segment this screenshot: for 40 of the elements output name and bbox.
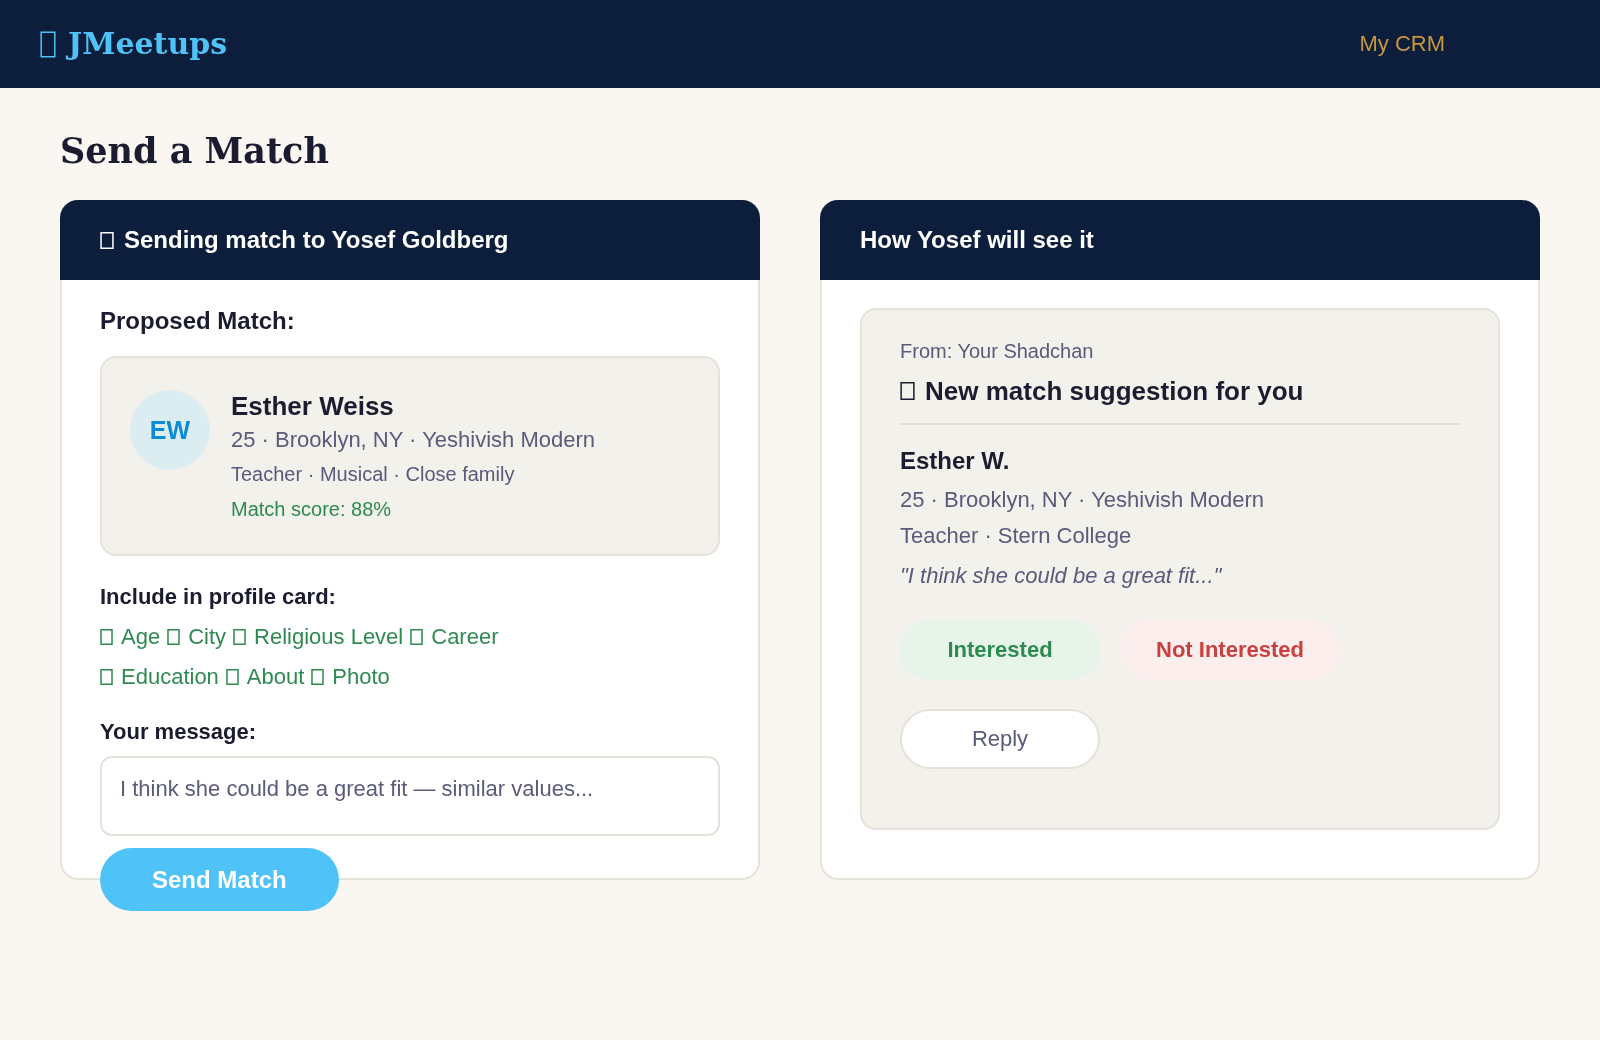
match-score: Match score: 88% bbox=[231, 497, 392, 522]
profile-traits: Teacher · Musical · Close family bbox=[231, 462, 515, 487]
include-option[interactable]: Career bbox=[410, 617, 499, 657]
rectangle-icon bbox=[225, 669, 239, 685]
profile-name: Esther Weiss bbox=[231, 390, 394, 422]
section-label: Proposed Match: bbox=[100, 308, 295, 334]
include-option[interactable]: Religious Level bbox=[233, 617, 404, 657]
preview-quote: "I think she could be a great fit..." bbox=[900, 562, 1222, 590]
include-option[interactable]: Education bbox=[100, 657, 219, 697]
sender-line: From: Your Shadchan bbox=[900, 339, 1094, 364]
rectangle-icon bbox=[900, 382, 915, 400]
nav-link[interactable]: My CRM bbox=[1359, 30, 1445, 58]
rectangle-icon bbox=[311, 669, 325, 685]
include-option[interactable]: City bbox=[167, 617, 227, 657]
preview-details: 25 · Brooklyn, NY · Yeshivish Modern bbox=[900, 486, 1264, 514]
panel-title: How Yosef will see it bbox=[860, 225, 1094, 255]
rectangle-icon bbox=[100, 669, 113, 685]
include-option[interactable]: About bbox=[225, 657, 305, 697]
section-label: Your message: bbox=[100, 718, 257, 746]
not-interested-button[interactable]: Not Interested bbox=[1120, 620, 1340, 680]
avatar: EW bbox=[130, 390, 210, 470]
include-option[interactable]: Age bbox=[100, 617, 161, 657]
message-field[interactable]: I think she could be a great fit — similar values... bbox=[100, 756, 720, 836]
preview-name: Esther W. bbox=[900, 446, 1010, 476]
rectangle-icon bbox=[167, 629, 181, 645]
rectangle-icon bbox=[40, 30, 56, 58]
rectangle-icon bbox=[233, 629, 247, 645]
preview-headline: New match suggestion for you bbox=[925, 375, 1304, 407]
reply-button[interactable]: Reply bbox=[900, 709, 1100, 769]
interested-button[interactable]: Interested bbox=[900, 620, 1100, 680]
rectangle-icon bbox=[100, 231, 114, 249]
panel-title: Sending match to Yosef Goldberg bbox=[124, 225, 509, 255]
logo-link[interactable]: JMeetups bbox=[40, 25, 228, 63]
rectangle-icon bbox=[410, 629, 424, 645]
profile-details: 25 · Brooklyn, NY · Yeshivish Modern bbox=[231, 426, 595, 454]
section-label: Include in profile card: bbox=[100, 583, 336, 611]
page-title: Send a Match bbox=[60, 129, 329, 173]
include-option[interactable]: Photo bbox=[311, 657, 390, 697]
rectangle-icon bbox=[100, 629, 113, 645]
preview-education: Teacher · Stern College bbox=[900, 522, 1132, 550]
